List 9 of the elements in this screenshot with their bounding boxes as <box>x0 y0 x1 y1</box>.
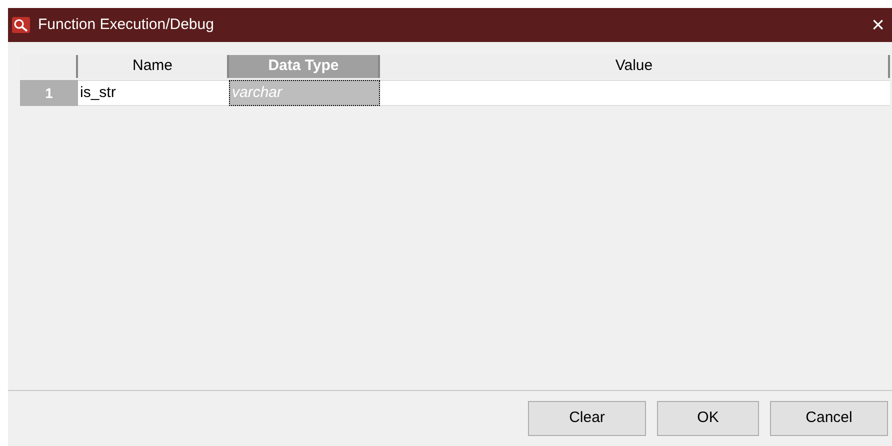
window-title: Function Execution/Debug <box>38 14 215 35</box>
magnifier-icon <box>12 17 30 33</box>
table-cell[interactable]: is_str <box>78 80 229 106</box>
table-cell[interactable] <box>380 80 890 106</box>
row-number: 1 <box>20 80 78 106</box>
close-button[interactable]: × <box>868 14 888 36</box>
dialog-button[interactable]: Cancel <box>770 401 888 436</box>
dialog-button[interactable]: Clear <box>528 401 646 436</box>
dialog-button[interactable]: OK <box>657 401 759 436</box>
